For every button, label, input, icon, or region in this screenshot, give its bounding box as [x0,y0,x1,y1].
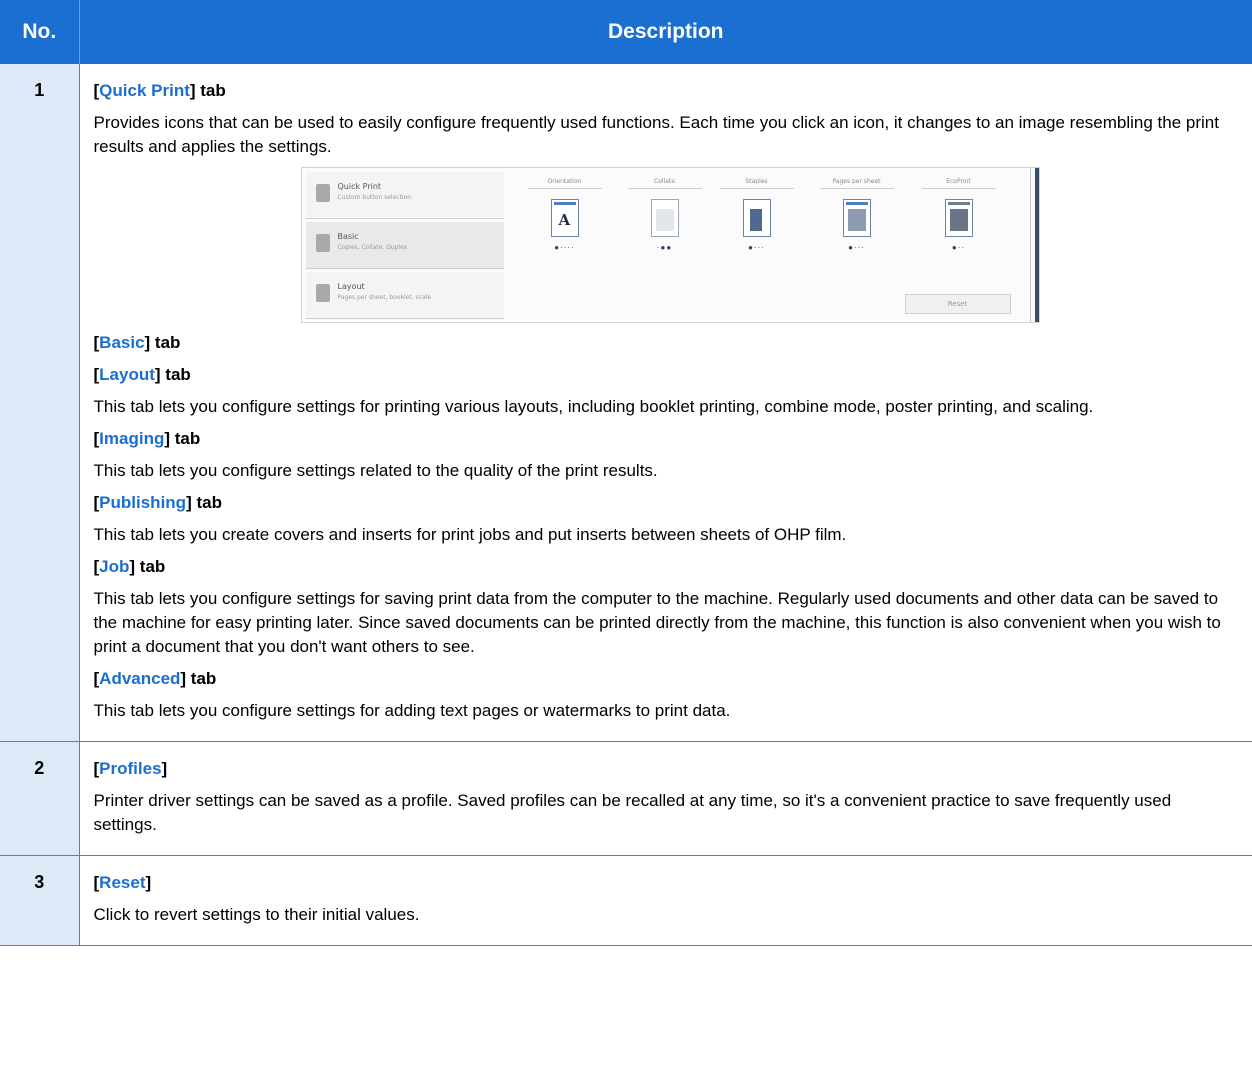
section-heading-advanced: [Advanced] tab [93,669,217,688]
screenshot-scrollbar [1034,168,1039,322]
section-heading-profiles: [Profiles] [93,759,168,778]
ecoprint-icon [944,199,973,237]
screenshot-reset-button: Reset [904,294,1011,314]
screenshot-divider [1029,168,1031,322]
section-text: This tab lets you configure settings for… [93,397,1094,416]
section-heading-quick-print: [Quick Print] tab [93,81,226,100]
table-row: 3 [Reset] Click to revert settings to th… [0,855,1252,946]
section-text: This tab lets you configure settings for… [93,701,731,720]
screenshot-tab: Layout Pages per sheet, booklet, scale [305,272,504,319]
header-no: No. [0,0,79,64]
screenshot-option-ecoprint: EcoPrint ●·· [914,178,1004,252]
row-number: 2 [0,741,79,856]
section-heading-publishing: [Publishing] tab [93,493,222,512]
row-description: [Quick Print] tab Provides icons that ca… [78,64,1252,742]
staple-icon [742,199,771,237]
section-text: This tab lets you create covers and inse… [93,525,847,544]
table-row: 2 [Profiles] Printer driver settings can… [0,741,1252,856]
layout-icon [315,284,330,302]
quick-print-screenshot: Quick Print Custom button selection Basi… [300,167,1040,323]
section-text: This tab lets you configure settings rel… [93,461,658,480]
screenshot-option-orientation: Orientation A ●···· [520,178,610,252]
header-description: Description [78,0,1252,64]
screenshot-option-pages-per-sheet: Pages per sheet ●··· [812,178,902,252]
pages-per-sheet-icon [842,199,871,237]
section-text: This tab lets you configure settings for… [93,589,1221,656]
table-row: 1 [Quick Print] tab Provides icons that … [0,64,1252,742]
row-number: 3 [0,855,79,946]
screenshot-tab: Basic Copies, Collate, Duplex [305,222,504,269]
section-heading-basic: [Basic] tab [93,333,181,352]
publishing-link[interactable]: Publishing [99,493,186,512]
screenshot-option-staples: Staples ●··· [712,178,802,252]
hand-icon [315,234,330,252]
section-heading-job: [Job] tab [93,557,166,576]
layout-link[interactable]: Layout [99,365,155,384]
row-description: [Reset] Click to revert settings to thei… [78,855,1252,946]
profiles-link[interactable]: Profiles [99,759,161,778]
section-text: Click to revert settings to their initia… [93,905,420,924]
description-table: No. Description 1 [Quick Print] tab Prov… [0,0,1252,946]
collate-icon [650,199,679,237]
screenshot-tab: Quick Print Custom button selection [305,172,504,219]
section-text: Provides icons that can be used to easil… [93,113,1219,156]
section-heading-layout: [Layout] tab [93,365,191,384]
reset-link[interactable]: Reset [99,873,145,892]
advanced-link[interactable]: Advanced [99,669,180,688]
section-heading-reset: [Reset] [93,873,152,892]
section-text: Printer driver settings can be saved as … [93,791,1172,834]
orientation-icon: A [550,199,579,237]
screenshot-option-collate: Collate ·●● [620,178,710,252]
table-header-row: No. Description [0,0,1252,64]
row-description: [Profiles] Printer driver settings can b… [78,741,1252,856]
quick-print-link[interactable]: Quick Print [99,81,190,100]
section-heading-imaging: [Imaging] tab [93,429,201,448]
basic-link[interactable]: Basic [99,333,144,352]
row-number: 1 [0,64,79,742]
printer-icon [315,184,330,202]
screenshot-tab-list: Quick Print Custom button selection Basi… [302,168,508,322]
imaging-link[interactable]: Imaging [99,429,164,448]
job-link[interactable]: Job [99,557,129,576]
